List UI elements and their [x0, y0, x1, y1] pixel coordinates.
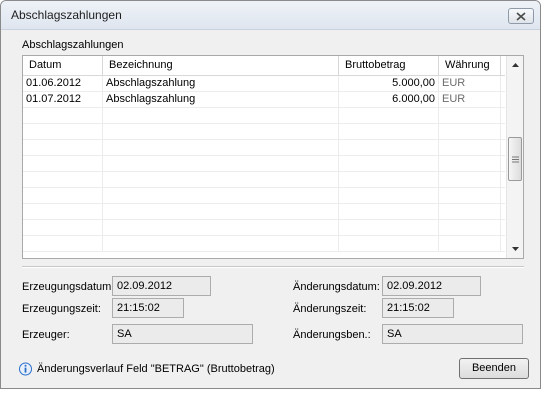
- empty-row: [23, 220, 505, 236]
- group-title: Abschlagszahlungen: [22, 39, 124, 51]
- cell-datum: 01.06.2012: [23, 76, 103, 92]
- aenderungsben-field: SA: [382, 324, 523, 344]
- aenderungszeit-label: Änderungszeit:: [293, 303, 367, 315]
- title-bar[interactable]: Abschlagszahlungen: [1, 1, 540, 30]
- aenderungsdatum-label: Änderungsdatum:: [293, 281, 380, 293]
- table-row[interactable]: 01.06.2012 Abschlagszahlung 5.000,00 EUR: [23, 76, 505, 92]
- empty-row: [23, 236, 505, 252]
- table-header: Datum Bezeichnung Bruttobetrag Währung: [23, 56, 505, 76]
- vertical-scrollbar[interactable]: [506, 56, 523, 258]
- erzeugungsdatum-field: 02.09.2012: [112, 276, 211, 296]
- erzeugungszeit-label: Erzeugungszeit:: [22, 303, 101, 315]
- grip-icon: [511, 156, 519, 162]
- scroll-down-button[interactable]: [507, 241, 523, 257]
- separator: [22, 266, 524, 268]
- cell-bezeichnung: Abschlagszahlung: [103, 92, 339, 108]
- window-title: Abschlagszahlungen: [11, 8, 122, 22]
- empty-row: [23, 204, 505, 220]
- aenderungsdatum-field: 02.09.2012: [382, 276, 481, 296]
- close-button[interactable]: [508, 8, 534, 24]
- dialog-window: Abschlagszahlungen Abschlagszahlungen Da…: [0, 0, 541, 389]
- scroll-up-button[interactable]: [507, 57, 523, 73]
- payments-table[interactable]: Datum Bezeichnung Bruttobetrag Währung 0…: [22, 55, 524, 259]
- aenderungszeit-field: 21:15:02: [382, 298, 454, 318]
- cell-bruttobetrag: 5.000,00: [339, 76, 439, 92]
- empty-row: [23, 156, 505, 172]
- cell-waehrung: EUR: [439, 76, 501, 92]
- column-header-datum[interactable]: Datum: [23, 56, 103, 75]
- arrow-down-icon: [511, 247, 519, 251]
- column-header-waehrung[interactable]: Währung: [439, 56, 501, 75]
- erzeugungsdatum-label: Erzeugungsdatum:: [22, 281, 115, 293]
- cell-bruttobetrag: 6.000,00: [339, 92, 439, 108]
- cell-waehrung: EUR: [439, 92, 501, 108]
- empty-row: [23, 172, 505, 188]
- table-row[interactable]: 01.07.2012 Abschlagszahlung 6.000,00 EUR: [23, 92, 505, 108]
- cell-bezeichnung: Abschlagszahlung: [103, 76, 339, 92]
- aenderungsben-label: Änderungsben.:: [293, 329, 371, 341]
- cell-datum: 01.07.2012: [23, 92, 103, 108]
- column-header-bezeichnung[interactable]: Bezeichnung: [103, 56, 339, 75]
- beenden-button[interactable]: Beenden: [459, 358, 529, 379]
- empty-row: [23, 188, 505, 204]
- close-icon: [516, 11, 526, 21]
- empty-row: [23, 140, 505, 156]
- scroll-thumb[interactable]: [508, 137, 522, 181]
- info-text: Änderungsverlauf Feld "BETRAG" (Bruttobe…: [37, 363, 275, 375]
- info-icon: [19, 362, 32, 376]
- erzeugungszeit-field: 21:15:02: [112, 298, 184, 318]
- erzeuger-field: SA: [112, 324, 253, 344]
- empty-row: [23, 124, 505, 140]
- column-header-bruttobetrag[interactable]: Bruttobetrag: [339, 56, 439, 75]
- empty-row: [23, 108, 505, 124]
- arrow-up-icon: [511, 63, 519, 67]
- erzeuger-label: Erzeuger:: [22, 329, 70, 341]
